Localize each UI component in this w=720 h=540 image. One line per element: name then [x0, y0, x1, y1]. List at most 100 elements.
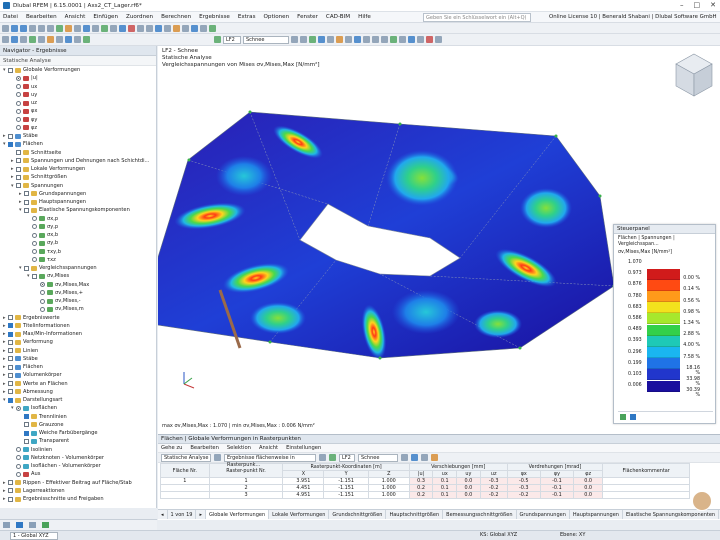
visibility-icon[interactable] [74, 36, 81, 43]
nav-tree-item[interactable]: τxy,b [27, 248, 61, 256]
checkbox[interactable] [32, 273, 37, 279]
checkbox[interactable] [8, 389, 13, 395]
line-icon[interactable] [146, 24, 153, 32]
close-icon[interactable]: ✕ [710, 1, 716, 9]
checkbox[interactable] [8, 141, 13, 147]
menu-optionen[interactable]: Optionen [264, 14, 290, 20]
tab-bemessungsschnittgroessen[interactable]: Bemessungsschnittgrößen [443, 510, 517, 519]
insert-icon[interactable] [29, 36, 36, 43]
solid-icon[interactable] [164, 24, 171, 32]
table-menu-selektion[interactable]: Selektion [227, 445, 251, 451]
nav-tree-item[interactable]: ▸ Schnittgrößen [11, 173, 67, 181]
table-cell[interactable]: -0.2 [479, 484, 508, 492]
nav-tree-item[interactable]: σy,p [27, 223, 58, 231]
nav-tree-item[interactable]: Transparent [19, 437, 69, 445]
table-prev-icon[interactable] [319, 454, 326, 461]
nav-tree-item[interactable]: ▸ Lagerreaktionen [3, 487, 65, 495]
menu-hilfe[interactable]: Hilfe [358, 14, 371, 20]
nav-tree-item[interactable]: ▸ Titelinformationen [3, 322, 70, 330]
radio-button[interactable] [32, 216, 37, 221]
measure-icon[interactable] [47, 36, 54, 43]
open-file-icon[interactable] [11, 24, 18, 32]
checkbox[interactable] [8, 331, 13, 337]
nav-tree-item[interactable]: ▾ Flächen [3, 140, 43, 148]
table-cell[interactable]: -0.5 [506, 477, 541, 485]
nav-tree-item[interactable]: Trennlinien [19, 413, 67, 421]
nav-tree-item[interactable]: ▸ Hauptspannungen [19, 198, 86, 206]
checkbox[interactable] [16, 166, 21, 172]
print-icon[interactable] [29, 24, 36, 32]
table-icon[interactable] [92, 24, 99, 32]
print-view-icon[interactable] [435, 36, 442, 43]
checkbox[interactable] [24, 199, 29, 205]
checkbox[interactable] [8, 67, 13, 73]
table-cell[interactable]: 3.951 [282, 477, 325, 485]
nav-tree-item[interactable]: σv,Mises,m [35, 305, 84, 313]
z-view-icon[interactable] [381, 36, 388, 43]
table-cell[interactable]: 0.1 [432, 491, 458, 499]
checkbox[interactable] [16, 183, 21, 188]
radio-button[interactable] [40, 290, 45, 296]
nav-tree-item[interactable]: ▸ Verformung [3, 338, 53, 346]
table-row[interactable]: 2 4.451 -1.151 1.000 0.2 0.1 0.0 -0.2 -0.3 -0.1 0.… [160, 484, 690, 492]
nav-tree-item[interactable]: Isolinien [11, 446, 52, 454]
radio-button[interactable] [16, 108, 21, 114]
radio-button[interactable] [16, 75, 21, 81]
menu-berechnen[interactable]: Berechnen [161, 14, 191, 20]
table-menu-gehe-zu[interactable]: Gehe zu [161, 445, 182, 451]
table-cell[interactable] [602, 484, 690, 492]
navigator-data-icon[interactable] [3, 522, 10, 528]
maximize-icon[interactable]: □ [694, 1, 701, 9]
table-cell[interactable]: 0.0 [456, 477, 481, 485]
radio-button[interactable] [40, 282, 45, 287]
table-cell[interactable]: -0.2 [506, 491, 541, 499]
rotate-icon[interactable] [200, 24, 207, 32]
pager-next-icon[interactable]: ▸ [196, 510, 206, 519]
checkbox[interactable] [24, 438, 29, 444]
display-icon[interactable] [209, 24, 216, 32]
table-cell[interactable]: 0.1 [432, 484, 458, 492]
table-row[interactable]: 3 4.951 -1.151 1.000 0.2 0.1 0.0 -0.2 -0.2 -0.1 0.… [160, 491, 690, 499]
checkbox[interactable] [24, 265, 29, 271]
nav-tree-item[interactable]: τxz [27, 256, 56, 264]
copy-icon[interactable] [20, 36, 27, 43]
table-cell[interactable]: -1.151 [323, 477, 369, 485]
nav-tree-item[interactable]: ▸ Lokale Verformungen [11, 165, 85, 173]
nav-tree-item[interactable]: σv,Mises,Max [35, 281, 89, 289]
checkbox[interactable] [16, 150, 21, 155]
menu-datei[interactable]: Datei [3, 14, 18, 20]
table-print-icon[interactable] [421, 454, 428, 461]
nav-tree-item[interactable]: ▸ Ergebniswerte [3, 314, 60, 322]
snap-icon[interactable] [65, 36, 72, 43]
dimension-icon[interactable] [173, 24, 180, 32]
menu-ergebnisse[interactable]: Ergebnisse [199, 14, 230, 20]
table-menu-bearbeiten[interactable]: Bearbeiten [190, 445, 219, 451]
deformation-icon[interactable] [336, 36, 343, 43]
undo-icon[interactable] [38, 24, 45, 32]
table-cell[interactable] [160, 491, 210, 499]
nav-tree-item[interactable]: φz [11, 124, 37, 132]
layers-icon[interactable] [83, 36, 90, 43]
table-lc-name-select[interactable]: Schnee [358, 453, 398, 462]
table-settings-icon[interactable] [431, 454, 438, 461]
calculate-icon[interactable] [56, 24, 63, 32]
checkbox[interactable] [8, 315, 13, 320]
table-cell[interactable]: 0.2 [408, 484, 434, 492]
search-input[interactable]: Geben Sie ein Schlüsselwort ein (Alt+Q) [423, 13, 531, 22]
table-cell[interactable]: 0.1 [432, 477, 458, 485]
tab-hauptspannungen[interactable]: Hauptspannungen [570, 510, 623, 519]
loadcase-name-select[interactable]: Schnee [243, 35, 289, 44]
table-lc-code-select[interactable]: LF2 [339, 453, 355, 462]
redo-icon[interactable] [47, 24, 54, 32]
checkbox[interactable] [8, 133, 13, 139]
radio-button[interactable] [16, 92, 21, 98]
checkbox[interactable] [8, 488, 13, 494]
table-cell[interactable]: -1.151 [323, 484, 369, 492]
surface-icon[interactable] [155, 24, 162, 32]
menu-ansicht[interactable]: Ansicht [65, 14, 86, 20]
checkbox[interactable] [24, 207, 29, 213]
table-cell[interactable]: 2 [208, 484, 284, 492]
tab-elastische-spannungskomponenten[interactable]: Elastische Spannungskomponenten [623, 510, 720, 519]
radio-button[interactable] [16, 447, 21, 452]
view-icon[interactable] [83, 24, 90, 32]
